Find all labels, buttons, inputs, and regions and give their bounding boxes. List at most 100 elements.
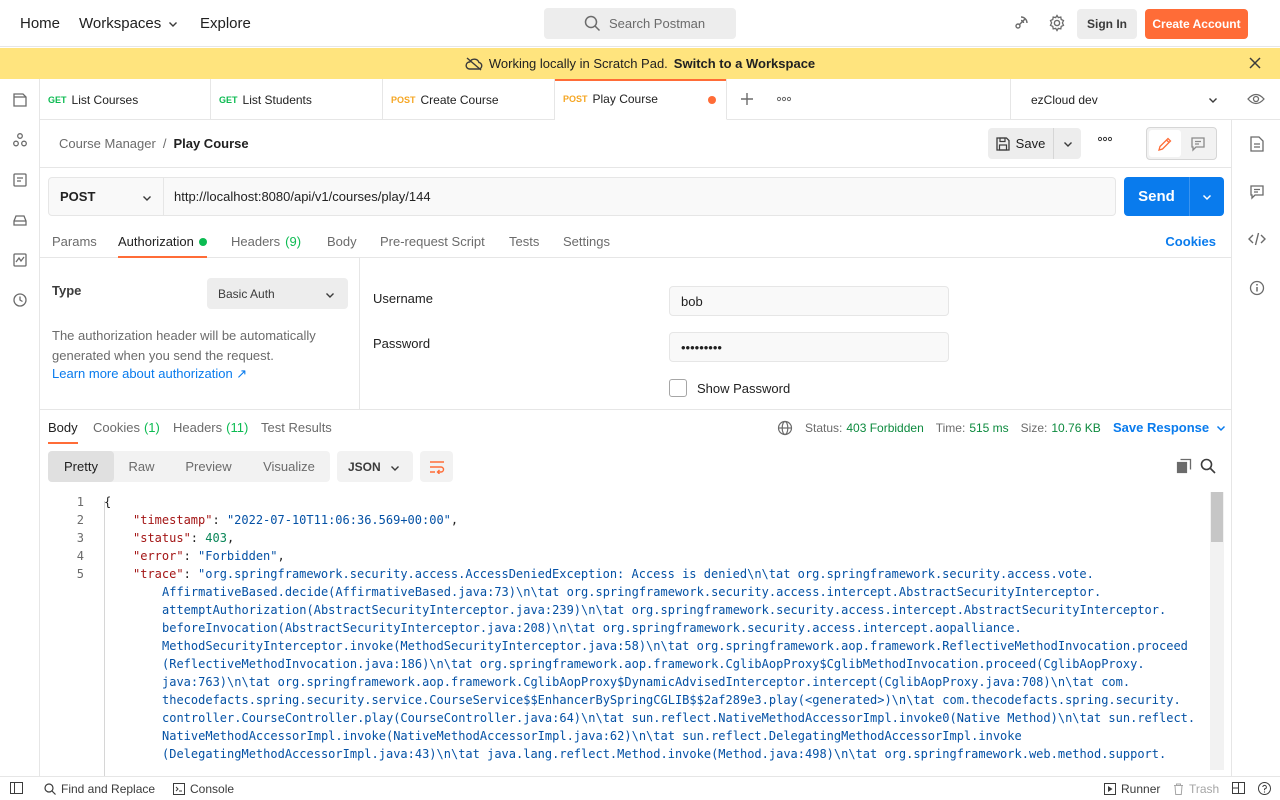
- save-disk-icon: [996, 136, 1010, 151]
- search-input[interactable]: Search Postman: [544, 8, 736, 39]
- environment-quick-look-eye-icon[interactable]: [1247, 92, 1265, 106]
- layout-two-pane-icon[interactable]: [1232, 782, 1245, 794]
- indent-guide: [104, 501, 105, 776]
- save-button[interactable]: Save: [988, 128, 1054, 159]
- code-icon[interactable]: [1248, 232, 1266, 246]
- response-tab-headers[interactable]: Headers (11): [173, 420, 248, 444]
- chevron-down-icon: [1217, 425, 1226, 431]
- scrollbar-thumb[interactable]: [1211, 492, 1223, 542]
- history-icon[interactable]: [12, 292, 28, 308]
- cookies-link[interactable]: Cookies: [1165, 234, 1216, 249]
- save-dropdown-button[interactable]: [1054, 128, 1081, 159]
- environments-icon[interactable]: [12, 172, 28, 188]
- breadcrumb-collection[interactable]: Course Manager: [59, 136, 156, 151]
- console-icon: [173, 783, 185, 795]
- tab-authorization[interactable]: Authorization: [118, 234, 207, 258]
- code-line-wrap: thecodefacts.spring.security.service.Cou…: [162, 693, 1181, 707]
- http-method-select[interactable]: POST: [48, 177, 164, 216]
- help-icon[interactable]: [1258, 782, 1271, 795]
- tab-body[interactable]: Body: [327, 234, 357, 258]
- search-icon: [44, 783, 56, 795]
- response-tab-test-results[interactable]: Test Results: [261, 420, 332, 444]
- tab-list-students[interactable]: GET List Students: [211, 79, 383, 120]
- sync-icon[interactable]: [1012, 14, 1030, 32]
- documentation-icon[interactable]: [1250, 136, 1264, 152]
- tab-params[interactable]: Params: [52, 234, 97, 258]
- comment-icon[interactable]: [1183, 130, 1215, 157]
- runner-button[interactable]: Runner: [1104, 782, 1160, 796]
- tab-settings[interactable]: Settings: [563, 234, 610, 258]
- username-input[interactable]: bob: [669, 286, 949, 316]
- response-size[interactable]: 10.76 KB: [1051, 421, 1100, 435]
- show-password-checkbox[interactable]: Show Password: [669, 379, 790, 397]
- mock-servers-icon[interactable]: [12, 212, 28, 228]
- active-indicator-dot: [198, 238, 207, 246]
- sign-in-button[interactable]: Sign In: [1077, 9, 1137, 39]
- code-line: "error": "Forbidden",: [133, 549, 285, 563]
- url-input[interactable]: http://localhost:8080/api/v1/courses/pla…: [164, 177, 1116, 216]
- tab-pre-request-script[interactable]: Pre-request Script: [380, 234, 485, 258]
- auth-type-label: Type: [52, 283, 82, 298]
- trash-button[interactable]: Trash: [1173, 782, 1219, 796]
- search-icon[interactable]: [1200, 458, 1216, 474]
- more-options-icon[interactable]: [1098, 136, 1112, 142]
- tab-headers[interactable]: Headers (9): [231, 234, 301, 258]
- line-number: 4: [76, 549, 84, 563]
- console-button[interactable]: Console: [173, 782, 234, 796]
- response-time[interactable]: 515 ms: [969, 421, 1008, 435]
- monitors-icon[interactable]: [12, 252, 28, 268]
- close-icon[interactable]: [1248, 56, 1262, 70]
- response-format-select[interactable]: JSON: [337, 451, 413, 482]
- send-button[interactable]: Send: [1124, 177, 1190, 216]
- edit-pencil-icon[interactable]: [1149, 130, 1181, 157]
- response-scrollbar[interactable]: [1210, 492, 1224, 770]
- nav-workspaces[interactable]: Workspaces: [79, 14, 179, 34]
- find-and-replace-button[interactable]: Find and Replace: [44, 782, 155, 796]
- request-title[interactable]: Play Course: [173, 136, 248, 151]
- collections-icon[interactable]: [12, 92, 28, 108]
- view-raw[interactable]: Raw: [114, 451, 169, 482]
- wrap-lines-button[interactable]: [420, 451, 453, 482]
- tab-play-course[interactable]: POST Play Course: [555, 79, 727, 120]
- comments-icon[interactable]: [1249, 184, 1265, 200]
- request-header: Course Manager / Play Course Save: [40, 120, 1231, 168]
- response-tab-cookies[interactable]: Cookies (1): [93, 420, 160, 444]
- nav-explore[interactable]: Explore: [200, 14, 251, 34]
- tab-create-course[interactable]: POST Create Course: [383, 79, 555, 120]
- cloud-off-icon: [465, 56, 483, 71]
- response-meta: Status: 403 Forbidden Time: 515 ms Size:…: [777, 420, 1101, 436]
- switch-workspace-link[interactable]: Switch to a Workspace: [674, 56, 815, 71]
- password-label: Password: [373, 336, 431, 351]
- view-preview[interactable]: Preview: [169, 451, 248, 482]
- status-code[interactable]: 403 Forbidden: [846, 421, 923, 435]
- chevron-down-icon: [143, 196, 151, 201]
- create-account-button[interactable]: Create Account: [1145, 9, 1248, 39]
- settings-gear-icon[interactable]: [1048, 14, 1066, 32]
- info-icon[interactable]: [1249, 280, 1265, 296]
- auth-type-select[interactable]: Basic Auth: [207, 278, 348, 309]
- save-response-button[interactable]: Save Response: [1113, 420, 1227, 435]
- nav-home[interactable]: Home: [20, 14, 60, 34]
- password-input[interactable]: •••••••••: [669, 332, 949, 362]
- code-line-wrap: MethodSecurityInterceptor.invoke(MethodS…: [162, 639, 1188, 653]
- request-tabs-bar: GET List Courses GET List Students POST …: [40, 79, 1280, 120]
- globe-icon[interactable]: [777, 420, 793, 436]
- apis-icon[interactable]: [12, 132, 28, 148]
- toggle-sidebar-icon[interactable]: [10, 782, 23, 794]
- tab-list-courses[interactable]: GET List Courses: [40, 79, 211, 120]
- more-tabs-icon[interactable]: [777, 96, 791, 102]
- checkbox-box[interactable]: [669, 379, 687, 397]
- copy-icon[interactable]: [1176, 458, 1192, 474]
- response-body-viewer[interactable]: 1 { 2 "timestamp": "2022-07-10T11:06:36.…: [40, 492, 1210, 776]
- banner-text: Working locally in Scratch Pad.: [488, 56, 668, 71]
- wrap-lines-icon: [429, 460, 444, 474]
- view-pretty[interactable]: Pretty: [48, 451, 114, 482]
- view-visualize[interactable]: Visualize: [248, 451, 330, 482]
- send-dropdown-button[interactable]: [1190, 177, 1224, 216]
- new-tab-plus-icon[interactable]: [740, 92, 754, 106]
- learn-more-auth-link[interactable]: Learn more about authorization ↗: [52, 366, 247, 382]
- environment-select[interactable]: ezCloud dev: [1010, 79, 1231, 120]
- code-line: "timestamp": "2022-07-10T11:06:36.569+00…: [133, 513, 459, 527]
- tab-tests[interactable]: Tests: [509, 234, 539, 258]
- response-tab-body[interactable]: Body: [48, 420, 78, 444]
